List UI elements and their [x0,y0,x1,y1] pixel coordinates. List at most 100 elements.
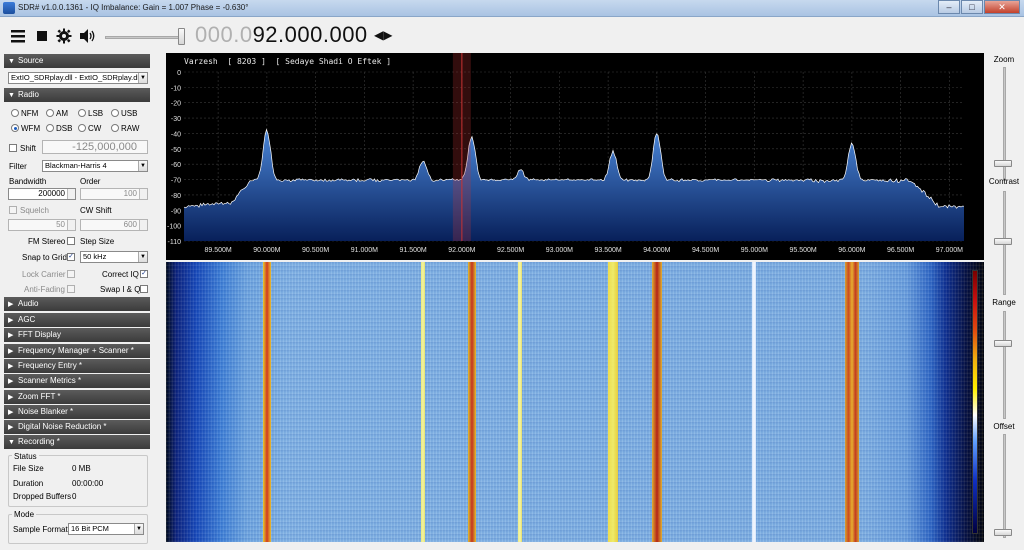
expanded-triangle-icon: ▼ [8,92,15,99]
fm-stereo-label: FM Stereo [28,237,66,246]
section-frequency-manager-header[interactable]: ▶ Frequency Manager + Scanner * [4,344,150,358]
section-zoom-fft-header[interactable]: ▶ Zoom FFT * [4,390,150,404]
x-tick-label: 91.000M [351,247,378,254]
x-tick-label: 97.000M [936,247,963,254]
speaker-icon[interactable] [79,28,95,44]
anti-fading-checkbox[interactable] [67,285,75,293]
snap-to-grid-checkbox[interactable]: ✓ [67,253,75,261]
swap-iq-checkbox[interactable] [140,285,148,293]
toolbar: 000.092.000.000 ◀▶ [0,17,1024,53]
section-scanner-metrics-header[interactable]: ▶ Scanner Metrics * [4,374,150,388]
spectrum-plot[interactable]: 0 -10 -20 -30 -40 -50 -60 -70 -80 -90 -100 -110 89.5… [166,53,984,260]
dropped-buffers-value: 0 [72,492,77,501]
squelch-checkbox[interactable] [9,206,17,214]
collapsed-triangle-icon: ▶ [8,409,14,416]
section-noise-reduction-header[interactable]: ▶ Digital Noise Reduction * [4,420,150,434]
spin-icon[interactable] [67,220,75,230]
file-size-label: File Size [13,464,44,473]
minimize-button[interactable]: – [938,0,960,14]
x-tick-label: 95.500M [790,247,817,254]
source-device-value: ExtIO_SDRplay.dll - ExtIO_SDRplay.dll [11,73,141,82]
cw-shift-label: CW Shift [80,206,112,215]
spectrum-analyzer[interactable]: 0 -10 -20 -30 -40 -50 -60 -70 -80 -90 -100 -110 89.5… [166,53,984,260]
status-group-label: Status [12,452,39,461]
section-label: Recording * [18,437,60,446]
gear-icon[interactable] [56,28,72,44]
volume-slider-thumb[interactable] [178,28,185,45]
x-tick-label: 90.500M [302,247,329,254]
tuning-arrows-icon[interactable]: ◀▶ [374,28,392,42]
lock-carrier-checkbox[interactable] [67,270,75,278]
order-input[interactable]: 100 [80,188,148,200]
waterfall-signal-trace [467,262,476,542]
squelch-input[interactable]: 50 [8,219,76,231]
frequency-display[interactable]: 000.092.000.000 [195,22,368,48]
spin-icon[interactable] [139,220,147,230]
waterfall-display[interactable] [166,262,984,542]
mode-radio-raw[interactable] [111,124,119,132]
menu-icon[interactable] [10,28,26,44]
section-recording-header[interactable]: ▼ Recording * [4,435,150,449]
source-device-select[interactable]: ExtIO_SDRplay.dll - ExtIO_SDRplay.dll ▼ [8,72,148,84]
duration-label: Duration [13,479,44,488]
mode-radio-am[interactable] [46,109,54,117]
spin-icon[interactable] [67,189,75,199]
correct-iq-checkbox[interactable]: ✓ [140,270,148,278]
cw-shift-value: 600 [123,220,137,229]
section-source-header[interactable]: ▼ Source [4,54,150,68]
section-fft-display-header[interactable]: ▶ FFT Display [4,328,150,342]
mode-radio-cw[interactable] [78,124,86,132]
zoom-slider-thumb[interactable] [994,160,1012,167]
mode-radio-lsb[interactable] [78,109,86,117]
range-slider-thumb[interactable] [994,340,1012,347]
offset-slider-track[interactable] [1003,434,1006,538]
section-frequency-entry-header[interactable]: ▶ Frequency Entry * [4,359,150,373]
frequency-digits[interactable]: 92.000.000 [253,22,368,47]
mode-label-cw: CW [88,124,102,133]
contrast-slider-thumb[interactable] [994,238,1012,245]
spin-icon[interactable] [139,189,147,199]
section-label: AGC [18,315,36,324]
filter-select[interactable]: Blackman-Harris 4 ▼ [42,160,148,172]
stop-icon[interactable] [34,28,50,44]
bandwidth-input[interactable]: 200000 [8,188,76,200]
mode-radio-dsb[interactable] [46,124,54,132]
y-tick-label: -80 [171,193,181,200]
collapsed-triangle-icon: ▶ [8,317,14,324]
y-tick-label: -70 [171,178,181,185]
shift-checkbox[interactable] [9,144,17,152]
y-tick-label: -30 [171,116,181,123]
close-button[interactable]: ✕ [984,0,1020,14]
mode-radio-nfm[interactable] [11,109,19,117]
cw-shift-input[interactable]: 600 [80,219,148,231]
volume-slider-track[interactable] [105,36,185,39]
x-tick-label: 93.500M [595,247,622,254]
section-audio-header[interactable]: ▶ Audio [4,297,150,311]
filter-value: Blackman-Harris 4 [45,161,107,170]
section-radio-header[interactable]: ▼ Radio [4,88,150,102]
mode-radio-usb[interactable] [111,109,119,117]
shift-input[interactable]: -125,000,000 [42,140,148,154]
waterfall-noise-rows [166,262,984,542]
y-tick-label: -110 [168,239,182,246]
fm-stereo-checkbox[interactable] [67,237,75,245]
sample-format-select[interactable]: 16 Bit PCM ▼ [68,523,144,535]
chevron-down-icon: ▼ [138,161,147,171]
offset-slider-thumb[interactable] [994,529,1012,536]
section-label: Digital Noise Reduction * [18,422,107,431]
section-agc-header[interactable]: ▶ AGC [4,313,150,327]
frequency-dim-digits[interactable]: 000.0 [195,22,253,47]
section-noise-blanker-header[interactable]: ▶ Noise Blanker * [4,405,150,419]
section-label: Noise Blanker * [18,407,74,416]
section-label: Frequency Entry * [18,361,83,370]
order-value: 100 [123,189,137,198]
step-size-select[interactable]: 50 kHz ▼ [80,251,148,263]
title-bar: SDR# v1.0.0.1361 - IQ Imbalance: Gain = … [0,0,1024,17]
step-size-value: 50 kHz [83,252,107,261]
x-tick-label: 91.500M [400,247,427,254]
x-tick-label: 89.500M [205,247,232,254]
mode-radio-wfm[interactable] [11,124,19,132]
y-tick-label: -50 [171,147,181,154]
range-slider-track[interactable] [1003,311,1006,419]
maximize-button[interactable]: □ [961,0,983,14]
